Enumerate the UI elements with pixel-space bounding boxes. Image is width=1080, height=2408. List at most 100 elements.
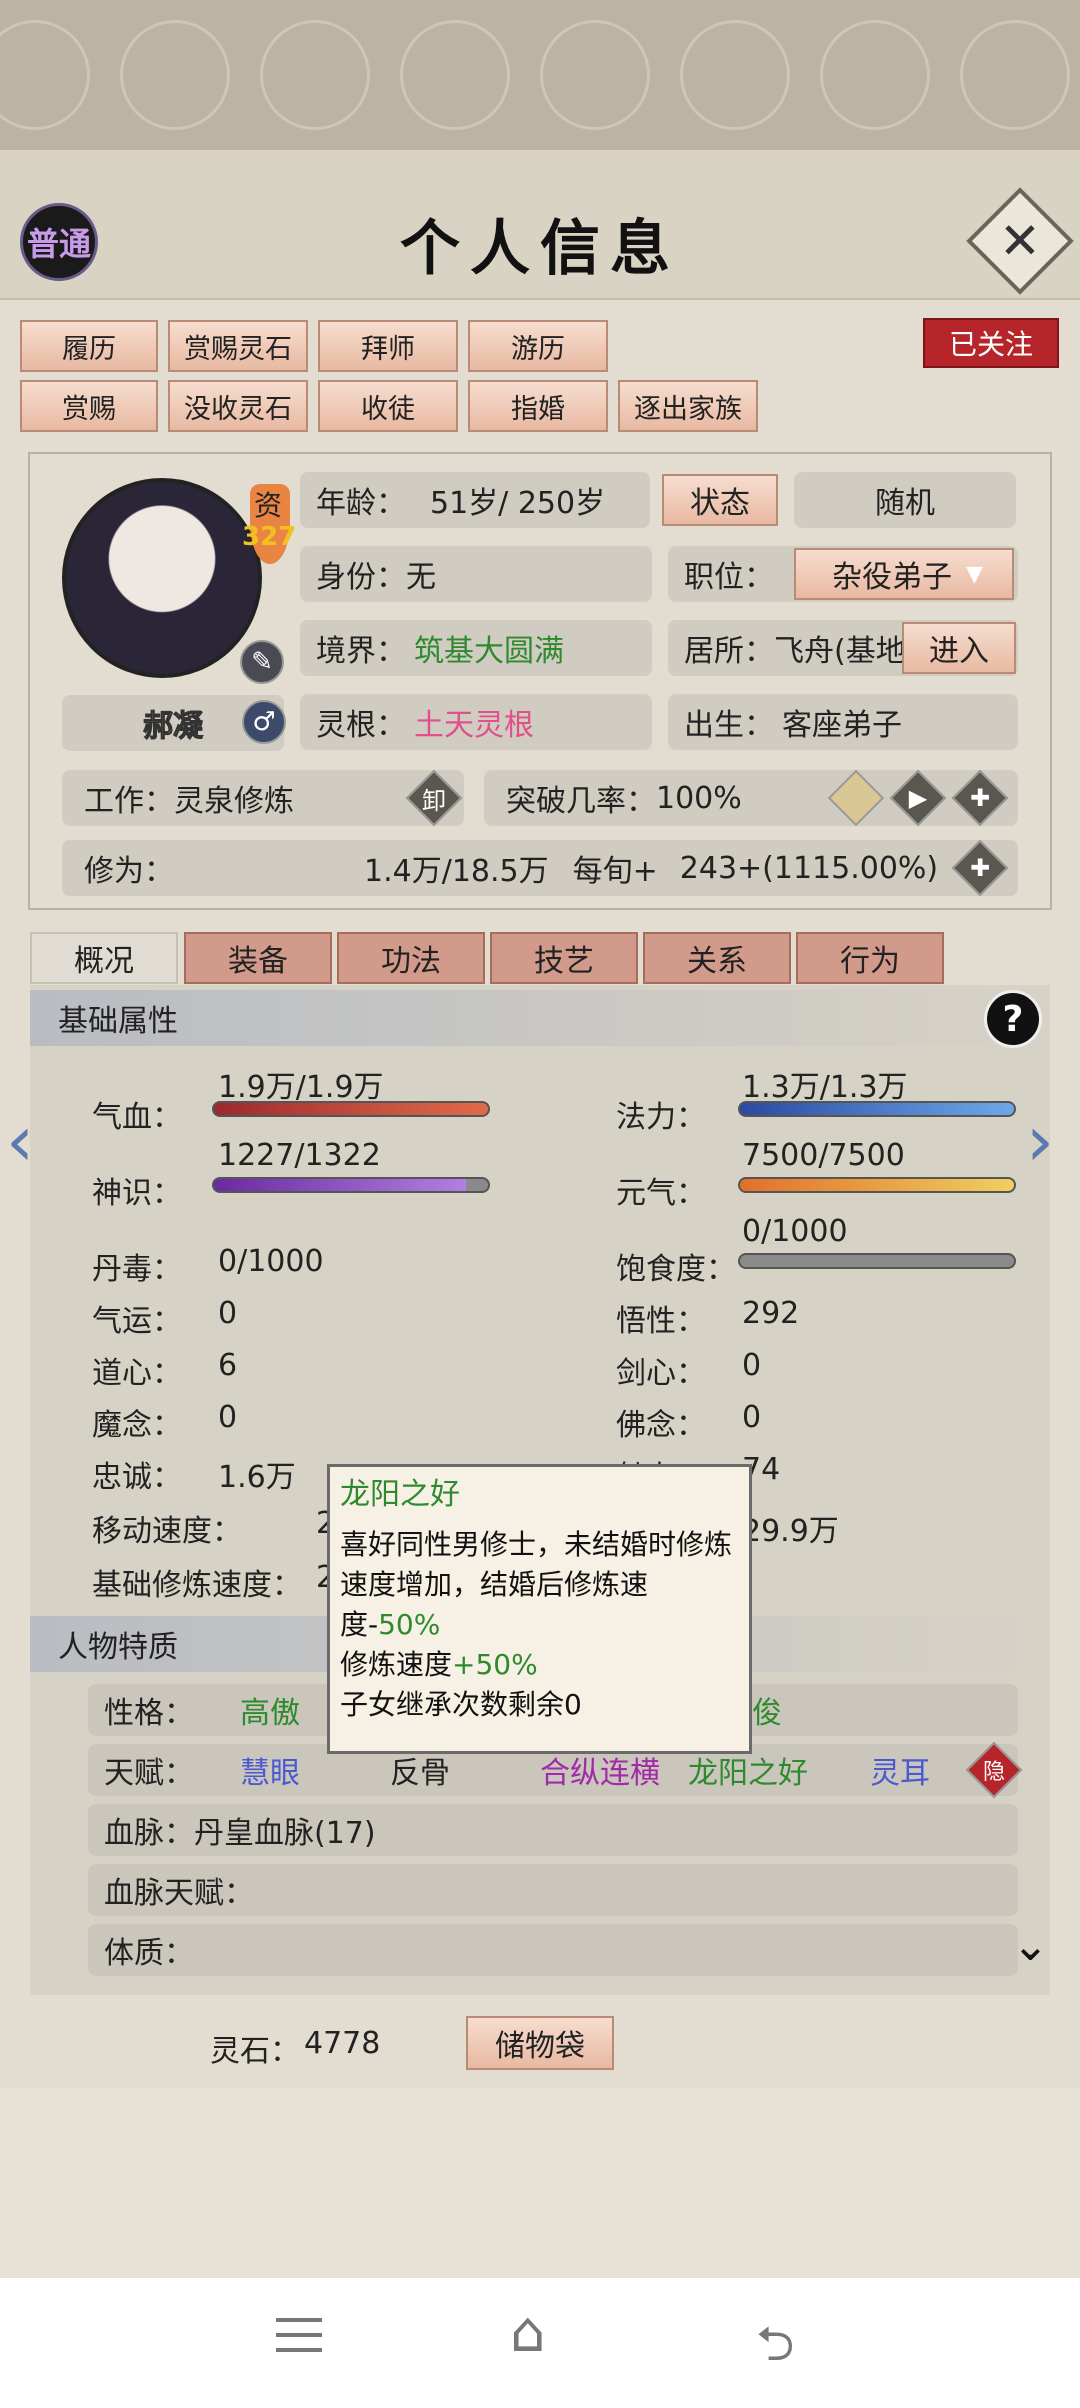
back-icon[interactable]: ⮌: [756, 2310, 794, 2391]
wave-ornament: [820, 20, 930, 130]
satiety-bar: [738, 1253, 1016, 1269]
storage-bag-button[interactable]: 储物袋: [466, 2016, 614, 2070]
wave-ornament: [400, 20, 510, 130]
action-confiscate-button[interactable]: 没收灵石: [168, 380, 308, 432]
tab-techniques[interactable]: 功法: [337, 932, 485, 984]
physique-row: 体质：: [88, 1924, 1018, 1976]
work-value: 灵泉修炼: [174, 784, 294, 819]
right-stat-value: 29.9万: [742, 1514, 839, 1549]
action-take-disciple-button[interactable]: 收徒: [318, 380, 458, 432]
tab-equipment[interactable]: 装备: [184, 932, 332, 984]
chevron-down-icon[interactable]: ⌄: [1012, 1920, 1049, 1971]
realm-value: 筑基大圆满: [414, 634, 564, 669]
action-apprentice-button[interactable]: 拜师: [318, 320, 458, 372]
unload-icon[interactable]: 卸: [414, 778, 454, 818]
talent-tooltip: 龙阳之好 喜好同性男修士，未结婚时修炼速度增加，结婚后修炼速度-50% 修炼速度…: [327, 1464, 752, 1754]
buddha-label: 佛念：: [616, 1408, 706, 1443]
enter-button[interactable]: 进入: [902, 622, 1016, 674]
mana-value: 1.3万/1.3万: [742, 1070, 908, 1105]
tab-skills[interactable]: 技艺: [490, 932, 638, 984]
top-background: [0, 0, 1080, 150]
action-history-button[interactable]: 履历: [20, 320, 158, 372]
next-arrow-icon[interactable]: ›: [1026, 1100, 1054, 1182]
followed-badge[interactable]: 已关注: [923, 318, 1059, 368]
wave-ornament: [680, 20, 790, 130]
tab-overview[interactable]: 概况: [30, 932, 178, 984]
close-icon[interactable]: ✕: [982, 203, 1058, 279]
wave-ornament: [260, 20, 370, 130]
rank-badge[interactable]: 普通: [20, 203, 98, 281]
dropdown-arrow-icon: ▼: [966, 561, 983, 587]
cultivation-label: 修为：: [84, 854, 174, 889]
tab-behavior[interactable]: 行为: [796, 932, 944, 984]
action-travel-button[interactable]: 游历: [468, 320, 608, 372]
vitality-bar: [738, 1177, 1016, 1193]
dao-value: 6: [218, 1348, 238, 1383]
bloodline-talent-row: 血脉天赋：: [88, 1864, 1018, 1916]
play-icon[interactable]: ▶: [898, 778, 938, 818]
talent-item[interactable]: 龙阳之好: [688, 1748, 808, 1792]
tooltip-line2: 修炼速度+50%: [340, 1645, 739, 1685]
tooltip-desc: 喜好同性男修士，未结婚时修炼速度增加，结婚后修炼速度-50%: [340, 1525, 739, 1645]
hidden-badge[interactable]: 隐: [974, 1750, 1014, 1790]
identity-value: 无: [406, 560, 436, 595]
mana-label: 法力：: [616, 1100, 706, 1135]
birth-label: 出生：: [684, 708, 774, 743]
state-button[interactable]: 状态: [662, 474, 778, 526]
cultivation-value: 1.4万/18.5万: [364, 854, 549, 889]
position-select[interactable]: 杂役弟子 ▼: [794, 548, 1014, 600]
talent-item[interactable]: 灵耳: [870, 1748, 930, 1792]
personality-value[interactable]: 高傲: [240, 1688, 300, 1732]
tab-relations[interactable]: 关系: [643, 932, 791, 984]
help-icon[interactable]: ?: [984, 990, 1042, 1048]
residence-label: 居所：: [684, 634, 774, 669]
sword-label: 剑心：: [616, 1356, 706, 1391]
wave-ornament: [960, 20, 1070, 130]
page-title: 个人信息: [400, 214, 680, 284]
action-reward-stones-button[interactable]: 赏赐灵石: [168, 320, 308, 372]
demon-value: 0: [218, 1400, 238, 1435]
demon-label: 魔念：: [92, 1408, 182, 1443]
action-reward-button[interactable]: 赏赐: [20, 380, 158, 432]
tooltip-desc-value: 50%: [378, 1608, 441, 1641]
breakthrough-label: 突破几率：: [506, 784, 656, 819]
talent-item[interactable]: 合纵连横: [540, 1748, 660, 1792]
plus-icon[interactable]: ✚: [960, 848, 1000, 888]
aptitude-value: 327: [242, 522, 297, 552]
plus-icon[interactable]: ✚: [960, 778, 1000, 818]
aptitude-label: 资: [254, 489, 283, 522]
tooltip-line2-label: 修炼速度: [340, 1648, 453, 1681]
age-label: 年龄：: [316, 486, 406, 521]
avatar[interactable]: [62, 478, 262, 678]
root-label: 灵根：: [316, 708, 406, 743]
mana-bar: [738, 1101, 1016, 1117]
prev-arrow-icon[interactable]: ‹: [6, 1100, 34, 1182]
comprehension-label: 悟性：: [616, 1304, 706, 1339]
brush-icon[interactable]: ✎: [240, 640, 284, 684]
birth-cell: 出生： 客座弟子: [668, 694, 1018, 750]
luck-label: 气运：: [92, 1304, 182, 1339]
wave-ornament: [120, 20, 230, 130]
action-expel-button[interactable]: 逐出家族: [618, 380, 758, 432]
personality-value-2[interactable]: 俊: [752, 1688, 782, 1732]
action-marriage-button[interactable]: 指婚: [468, 380, 608, 432]
cultivation-cell: 修为： 1.4万/18.5万 每旬+ 243+(1115.00%): [62, 840, 1018, 896]
home-icon[interactable]: ⌂: [510, 2300, 546, 2365]
talent-item[interactable]: 反骨: [390, 1748, 450, 1792]
satiety-label: 饱食度：: [616, 1252, 736, 1287]
random-button[interactable]: 随机: [794, 472, 1016, 528]
talent-item[interactable]: 慧眼: [240, 1748, 300, 1792]
spirit-label: 神识：: [92, 1176, 182, 1211]
menu-icon[interactable]: [276, 2318, 322, 2358]
breakthrough-value: 100%: [656, 780, 742, 816]
spirit-bar: [212, 1177, 490, 1193]
root-cell: 灵根： 土天灵根: [300, 694, 652, 750]
stones-label: 灵石：: [210, 2034, 300, 2069]
per-turn-label: 每旬+: [572, 854, 658, 889]
satiety-value: 0/1000: [742, 1214, 848, 1249]
loyalty-value: 1.6万: [218, 1460, 296, 1495]
bloodline-value[interactable]: 丹皇血脉(17): [194, 1808, 376, 1852]
bloodline-label: 血脉：: [104, 1816, 194, 1851]
base-speed-label: 基础修炼速度：: [92, 1568, 302, 1603]
character-name: 郝凝: [143, 709, 204, 745]
